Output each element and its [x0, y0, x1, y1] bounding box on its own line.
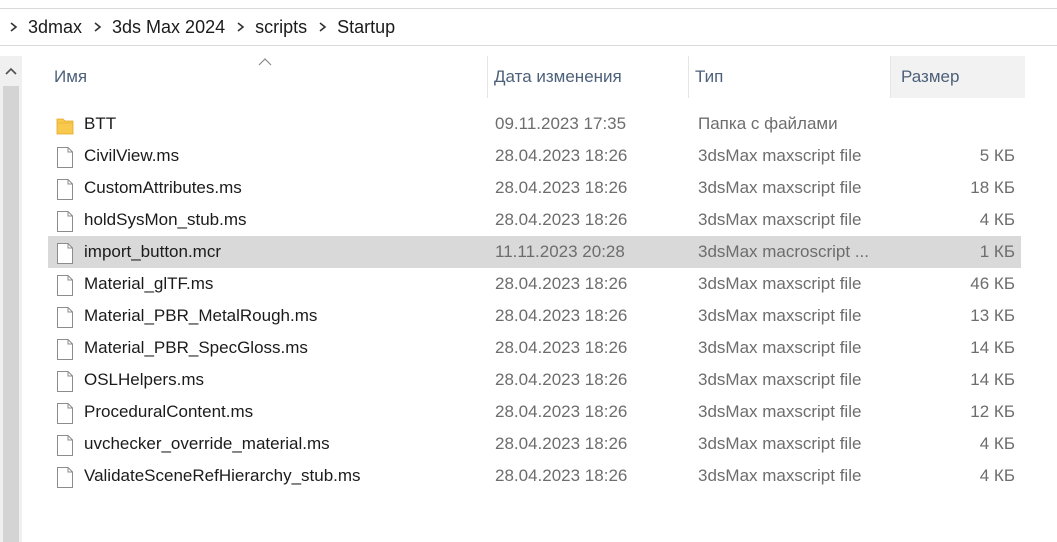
file-icon: [56, 211, 74, 232]
file-type: Папка с файлами: [698, 114, 838, 133]
file-icon: [56, 339, 74, 360]
file-icon: [56, 467, 74, 488]
file-size: 12 КБ: [970, 402, 1015, 421]
file-row[interactable]: BTT 09.11.2023 17:35 Папка с файлами: [48, 108, 1021, 140]
address-bar[interactable]: 3dmax 3ds Max 2024 scripts Startup: [0, 8, 1057, 46]
file-name: import_button.mcr: [84, 242, 221, 261]
vertical-scrollbar[interactable]: [0, 56, 22, 542]
file-name: Material_PBR_SpecGloss.ms: [84, 338, 308, 357]
file-row[interactable]: Material_glTF.ms 28.04.2023 18:26 3dsMax m…: [48, 268, 1021, 300]
file-row[interactable]: import_button.mcr 11.11.2023 20:28 3dsMax …: [48, 236, 1021, 268]
file-type: 3dsMax maxscript file: [698, 434, 862, 453]
folder-icon: [56, 115, 74, 136]
file-size: 4 КБ: [979, 210, 1015, 229]
file-date-modified: 28.04.2023 18:26: [495, 466, 628, 485]
column-header-name[interactable]: Имя: [48, 56, 488, 98]
file-name: holdSysMon_stub.ms: [84, 210, 247, 229]
file-date-modified: 28.04.2023 18:26: [495, 274, 628, 293]
file-name: Material_PBR_MetalRough.ms: [84, 306, 318, 325]
file-icon: [56, 147, 74, 168]
breadcrumb-item-startup[interactable]: Startup: [333, 17, 401, 38]
file-name: CustomAttributes.ms: [84, 178, 242, 197]
file-name: Material_glTF.ms: [84, 274, 214, 293]
file-type: 3dsMax maxscript file: [698, 146, 862, 165]
file-row[interactable]: CustomAttributes.ms 28.04.2023 18:26 3dsMa…: [48, 172, 1021, 204]
file-size: 14 КБ: [970, 370, 1015, 389]
file-row[interactable]: OSLHelpers.ms 28.04.2023 18:26 3dsMax maxs…: [48, 364, 1021, 396]
file-icon: [56, 243, 74, 264]
file-list: BTT 09.11.2023 17:35 Папка с файлами CivilV…: [48, 108, 1021, 492]
file-icon: [56, 307, 74, 328]
file-icon: [56, 371, 74, 392]
file-icon: [56, 179, 74, 200]
file-date-modified: 28.04.2023 18:26: [495, 434, 628, 453]
file-name: ProceduralContent.ms: [84, 402, 254, 421]
file-size: 1 КБ: [979, 242, 1015, 261]
file-type: 3dsMax maxscript file: [698, 210, 862, 229]
chevron-right-icon[interactable]: [88, 17, 108, 37]
file-size: 14 КБ: [970, 338, 1015, 357]
chevron-right-icon[interactable]: [4, 17, 24, 37]
file-size: 5 КБ: [979, 146, 1015, 165]
file-type: 3dsMax maxscript file: [698, 466, 862, 485]
chevron-right-icon[interactable]: [313, 17, 333, 37]
column-header-date[interactable]: Дата изменения: [488, 56, 689, 98]
file-date-modified: 28.04.2023 18:26: [495, 402, 628, 421]
file-name: ValidateSceneRefHierarchy_stub.ms: [84, 466, 361, 485]
file-date-modified: 28.04.2023 18:26: [495, 370, 628, 389]
file-date-modified: 28.04.2023 18:26: [495, 338, 628, 357]
file-icon: [56, 275, 74, 296]
file-size: 13 КБ: [970, 306, 1015, 325]
file-size: 4 КБ: [979, 466, 1015, 485]
file-row[interactable]: ValidateSceneRefHierarchy_stub.ms 28.04.2…: [48, 460, 1021, 492]
chevron-right-icon[interactable]: [231, 17, 251, 37]
file-type: 3dsMax maxscript file: [698, 338, 862, 357]
file-type: 3dsMax maxscript file: [698, 370, 862, 389]
file-type: 3dsMax macroscript ...: [698, 242, 869, 261]
column-header-row: Имя Дата изменения Тип Размер: [48, 56, 1028, 98]
scrollbar-thumb[interactable]: [3, 86, 19, 542]
column-header-type[interactable]: Тип: [689, 56, 891, 98]
file-type: 3dsMax maxscript file: [698, 178, 862, 197]
file-date-modified: 28.04.2023 18:26: [495, 178, 628, 197]
breadcrumb-item-3dmax[interactable]: 3dmax: [24, 17, 88, 38]
file-name: BTT: [84, 114, 117, 133]
file-row[interactable]: holdSysMon_stub.ms 28.04.2023 18:26 3dsMax…: [48, 204, 1021, 236]
file-date-modified: 09.11.2023 17:35: [495, 114, 627, 133]
breadcrumb-item-3ds-max-2024[interactable]: 3ds Max 2024: [108, 17, 231, 38]
file-name: OSLHelpers.ms: [84, 370, 204, 389]
file-icon: [56, 403, 74, 424]
file-row[interactable]: ProceduralContent.ms 28.04.2023 18:26 3dsM…: [48, 396, 1021, 428]
file-size: 4 КБ: [979, 434, 1015, 453]
scroll-up-icon[interactable]: [3, 64, 19, 78]
file-row[interactable]: Material_PBR_MetalRough.ms 28.04.2023 18:…: [48, 300, 1021, 332]
file-name: CivilView.ms: [84, 146, 180, 165]
file-date-modified: 28.04.2023 18:26: [495, 306, 628, 325]
file-date-modified: 28.04.2023 18:26: [495, 146, 628, 165]
file-row[interactable]: uvchecker_override_material.ms 28.04.2023…: [48, 428, 1021, 460]
file-type: 3dsMax maxscript file: [698, 402, 862, 421]
file-date-modified: 28.04.2023 18:26: [495, 210, 628, 229]
file-icon: [56, 435, 74, 456]
file-type: 3dsMax maxscript file: [698, 306, 862, 325]
file-size: 18 КБ: [970, 178, 1015, 197]
file-row[interactable]: Material_PBR_SpecGloss.ms 28.04.2023 18:2…: [48, 332, 1021, 364]
file-name: uvchecker_override_material.ms: [84, 434, 330, 453]
file-row[interactable]: CivilView.ms 28.04.2023 18:26 3dsMax maxsc…: [48, 140, 1021, 172]
file-size: 46 КБ: [970, 274, 1015, 293]
file-date-modified: 11.11.2023 20:28: [495, 242, 625, 261]
file-type: 3dsMax maxscript file: [698, 274, 862, 293]
column-header-size[interactable]: Размер: [891, 56, 1025, 98]
breadcrumb-item-scripts[interactable]: scripts: [251, 17, 313, 38]
